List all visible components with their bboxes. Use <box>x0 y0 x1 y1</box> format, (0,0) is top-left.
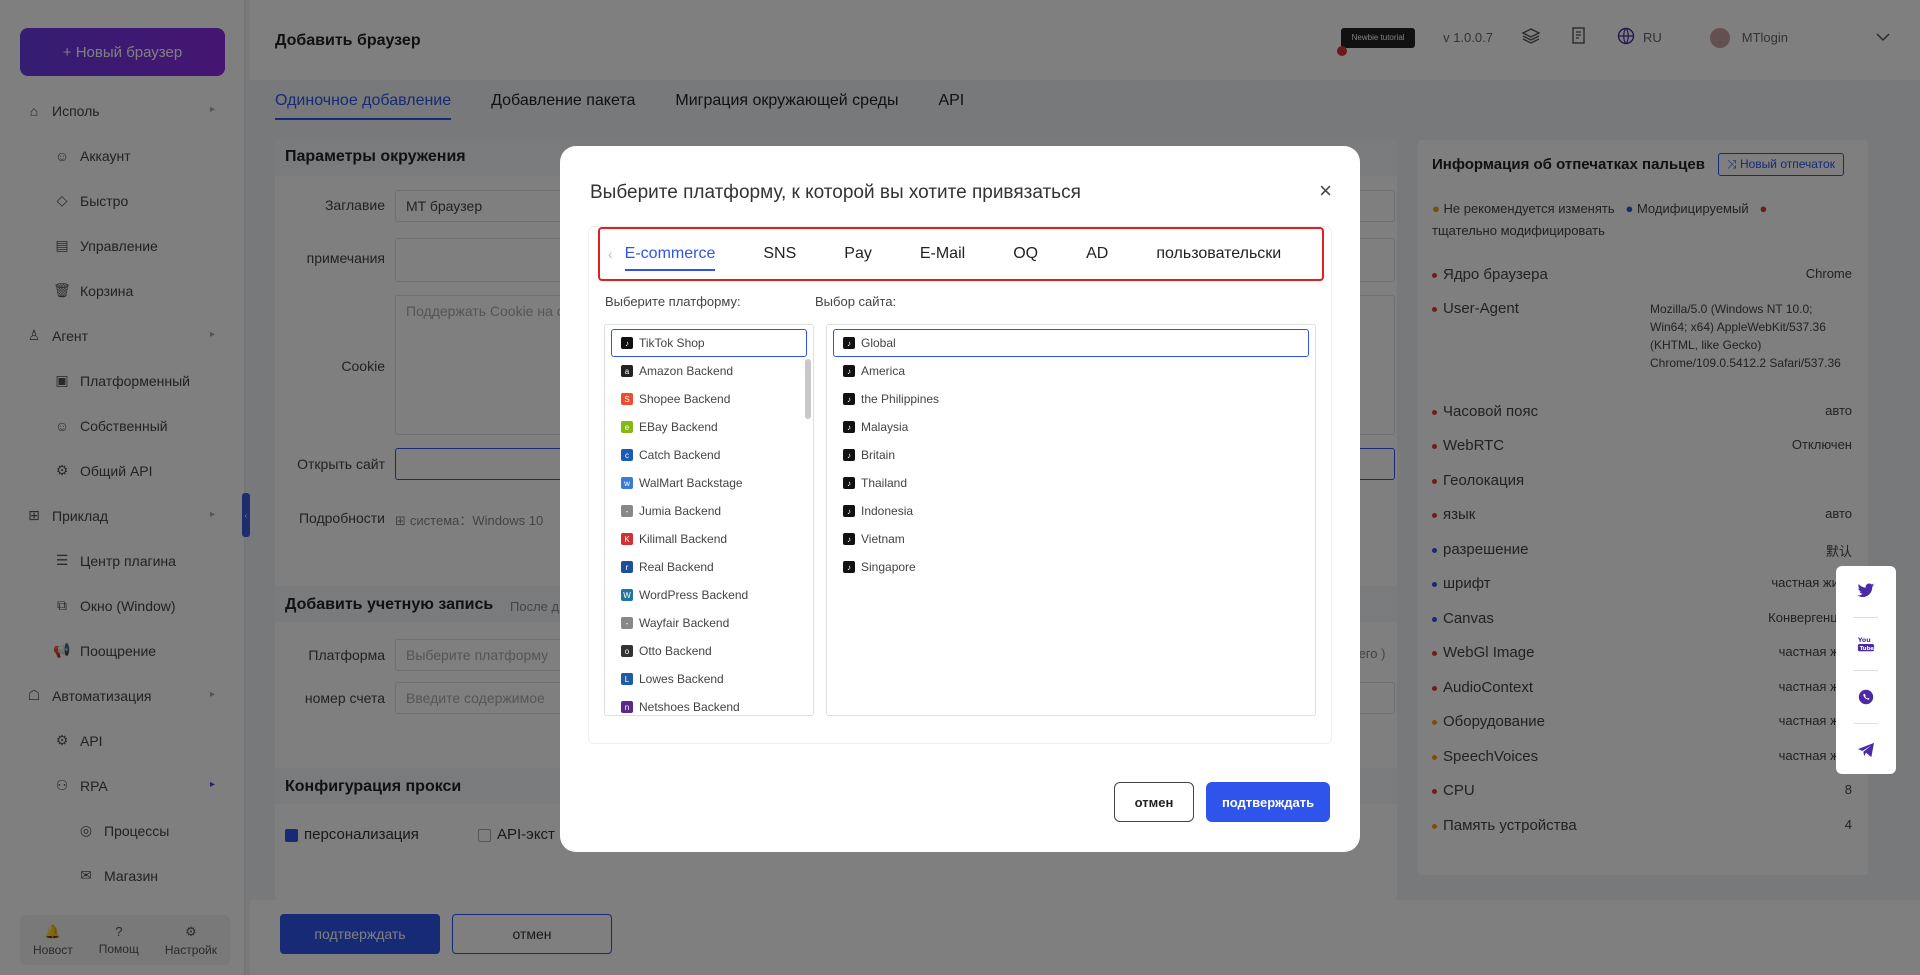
site-list-label: Vietnam <box>861 532 905 546</box>
tiktok-icon: ♪ <box>843 393 855 405</box>
tiktok-icon: ♪ <box>843 505 855 517</box>
platform-list-item[interactable]: r Real Backend <box>605 553 813 581</box>
platform-list-scrollbar[interactable] <box>805 359 811 419</box>
platform-logo-icon: - <box>621 505 633 517</box>
platform-list: ♪ TikTok Shop a Amazon Backend S Shopee Backe… <box>604 324 814 716</box>
site-list-label: Britain <box>861 448 896 462</box>
platform-list-label: Выберите платформу: <box>605 294 741 309</box>
platform-tab[interactable]: пользовательски <box>1156 245 1281 263</box>
platform-logo-icon: n <box>621 701 633 713</box>
social-float: You Tube <box>1836 566 1896 774</box>
tiktok-icon: ♪ <box>843 561 855 573</box>
platform-list-item[interactable]: c Catch Backend <box>605 441 813 469</box>
whatsapp-icon[interactable] <box>1855 686 1877 708</box>
platform-list-item[interactable]: e EBay Backend <box>605 413 813 441</box>
site-list-label: Thailand <box>861 476 908 490</box>
divider <box>1854 722 1878 724</box>
platform-list-label: Wayfair Backend <box>639 616 730 630</box>
platform-logo-icon: - <box>621 617 633 629</box>
platform-list-item[interactable]: - Jumia Backend <box>605 497 813 525</box>
platform-list-item[interactable]: W WordPress Backend <box>605 581 813 609</box>
platform-list-label: Catch Backend <box>639 448 721 462</box>
modal-cancel-button[interactable]: отмен <box>1114 782 1194 822</box>
site-list: ♪ Global ♪ America ♪ the Philippines ♪ Malaysia… <box>826 324 1316 716</box>
platform-tab[interactable]: E-Mail <box>920 245 965 263</box>
platform-list-label: Lowes Backend <box>639 672 724 686</box>
platform-logo-icon: S <box>621 393 633 405</box>
site-list-label: the Philippines <box>861 392 940 406</box>
platform-list-item[interactable]: ♪ TikTok Shop <box>611 329 807 357</box>
site-list-label: Malaysia <box>861 420 909 434</box>
platform-list-label: Otto Backend <box>639 644 712 658</box>
site-list-item[interactable]: ♪ Britain <box>827 441 1315 469</box>
platform-list-item[interactable]: L Lowes Backend <box>605 665 813 693</box>
site-list-item[interactable]: ♪ Indonesia <box>827 497 1315 525</box>
site-list-label: America <box>861 364 906 378</box>
platform-list-label: WalMart Backstage <box>639 476 743 490</box>
chevron-left-icon[interactable]: ‹ <box>608 246 613 262</box>
tiktok-icon: ♪ <box>843 337 855 349</box>
divider <box>1854 669 1878 671</box>
platform-list-item[interactable]: a Amazon Backend <box>605 357 813 385</box>
site-list-item[interactable]: ♪ Vietnam <box>827 525 1315 553</box>
site-list-item[interactable]: ♪ Singapore <box>827 553 1315 581</box>
platform-logo-icon: e <box>621 421 633 433</box>
platform-list-item[interactable]: n Netshoes Backend <box>605 693 813 715</box>
modal-title: Выберите платформу, к которой вы хотите … <box>590 182 1081 203</box>
platform-list-label: EBay Backend <box>639 420 718 434</box>
platform-list-item[interactable]: w WalMart Backstage <box>605 469 813 497</box>
platform-list-item[interactable]: - Wayfair Backend <box>605 609 813 637</box>
platform-logo-icon: L <box>621 673 633 685</box>
tiktok-icon: ♪ <box>843 449 855 461</box>
site-list-label: Indonesia <box>861 504 914 518</box>
platform-logo-icon: o <box>621 645 633 657</box>
svg-text:You: You <box>1857 637 1871 644</box>
tiktok-icon: ♪ <box>843 421 855 433</box>
tiktok-icon: ♪ <box>843 533 855 545</box>
platform-list-item[interactable]: o Otto Backend <box>605 637 813 665</box>
divider <box>1854 616 1878 618</box>
platform-list-item[interactable]: S Shopee Backend <box>605 385 813 413</box>
platform-tab[interactable]: SNS <box>763 245 796 263</box>
close-icon[interactable]: × <box>1319 178 1332 204</box>
platform-list-label: Netshoes Backend <box>639 700 740 714</box>
site-list-item[interactable]: ♪ the Philippines <box>827 385 1315 413</box>
site-list-item[interactable]: ♪ America <box>827 357 1315 385</box>
platform-list-label: Kilimall Backend <box>639 532 728 546</box>
platform-list-label: Amazon Backend <box>639 364 734 378</box>
telegram-icon[interactable] <box>1855 739 1877 761</box>
site-list-item[interactable]: ♪ Malaysia <box>827 413 1315 441</box>
platform-tab[interactable]: Pay <box>844 245 872 263</box>
modal-confirm-button[interactable]: подтверждать <box>1206 782 1330 822</box>
platform-list-label: Shopee Backend <box>639 392 731 406</box>
platform-tab[interactable]: E-commerce <box>624 245 715 271</box>
site-list-label: Singapore <box>861 560 916 574</box>
platform-list-label: Real Backend <box>639 560 714 574</box>
twitter-icon[interactable] <box>1855 580 1877 602</box>
platform-list-label: Jumia Backend <box>639 504 722 518</box>
platform-logo-icon: ♪ <box>621 337 633 349</box>
tiktok-icon: ♪ <box>843 477 855 489</box>
platform-list-label: TikTok Shop <box>639 336 705 350</box>
platform-logo-icon: w <box>621 477 633 489</box>
site-list-label: Global <box>861 336 896 350</box>
platform-tab[interactable]: AD <box>1086 245 1108 263</box>
platform-modal: Выберите платформу, к которой вы хотите … <box>560 146 1360 852</box>
platform-tab[interactable]: OQ <box>1013 245 1038 263</box>
svg-text:Tube: Tube <box>1860 645 1875 651</box>
platform-tabs: ‹ E-commerce SNS Pay E-Mail OQ AD пользователь… <box>598 227 1324 281</box>
platform-logo-icon: r <box>621 561 633 573</box>
youtube-icon[interactable]: You Tube <box>1855 633 1877 655</box>
platform-list-label: WordPress Backend <box>639 588 749 602</box>
site-list-label: Выбор сайта: <box>815 294 897 309</box>
site-list-item[interactable]: ♪ Global <box>833 329 1309 357</box>
platform-logo-icon: K <box>621 533 633 545</box>
platform-logo-icon: a <box>621 365 633 377</box>
site-list-item[interactable]: ♪ Thailand <box>827 469 1315 497</box>
platform-list-item[interactable]: K Kilimall Backend <box>605 525 813 553</box>
platform-logo-icon: W <box>621 589 633 601</box>
tiktok-icon: ♪ <box>843 365 855 377</box>
platform-logo-icon: c <box>621 449 633 461</box>
